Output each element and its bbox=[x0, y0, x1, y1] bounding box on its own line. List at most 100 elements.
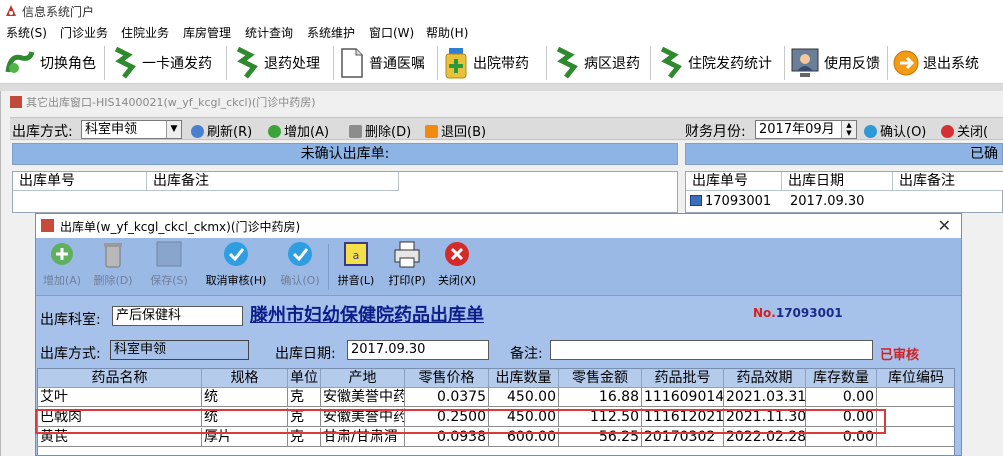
date-field[interactable]: 2017.09.30 bbox=[347, 340, 489, 360]
return-drug-icon bbox=[236, 47, 258, 79]
refresh-button[interactable]: 刷新(R) bbox=[191, 121, 252, 140]
discharge-drug-button[interactable]: 出院带药 bbox=[443, 42, 529, 84]
col-header-location[interactable]: 库位编码 bbox=[877, 369, 954, 388]
cell-price[interactable]: 0.0375 bbox=[405, 388, 489, 407]
dialog-toolbar: 增加(A) 删除(D) 保存(S) 取消审核(H) 确认(O) a 拼音(L) … bbox=[36, 238, 961, 296]
pinyin-icon: a bbox=[344, 242, 368, 266]
grid-icon bbox=[690, 195, 702, 206]
col-header-amount[interactable]: 零售金额 bbox=[559, 369, 642, 388]
parent-close-button[interactable]: 关闭( bbox=[941, 121, 988, 140]
cell-origin[interactable]: 安徽美誉中药 bbox=[321, 388, 405, 407]
list-item[interactable]: 17093001 bbox=[690, 194, 771, 209]
col-header-stock[interactable]: 库存数量 bbox=[806, 369, 877, 388]
unconfirmed-header: 未确认出库单: bbox=[12, 143, 678, 165]
back-icon bbox=[425, 125, 438, 138]
cell-spec[interactable]: 统 bbox=[202, 388, 288, 407]
cell-drug-name[interactable]: 艾叶 bbox=[38, 388, 202, 407]
main-toolbar: 切换角色 一卡通发药 退药处理 普通医嘱 出院带药 病区退药 住院发药统计 使用… bbox=[0, 42, 1003, 84]
spinner-icon[interactable]: ▲ ▼ bbox=[841, 121, 856, 138]
feedback-button[interactable]: 使用反馈 bbox=[790, 42, 880, 84]
return-drug-button[interactable]: 退药处理 bbox=[232, 42, 320, 84]
col-header-qty[interactable]: 出库数量 bbox=[489, 369, 559, 388]
menu-window[interactable]: 窗口(W) bbox=[369, 24, 414, 41]
close-icon bbox=[941, 125, 954, 138]
col-header-remark[interactable]: 出库备注 bbox=[893, 172, 1003, 191]
dept-field[interactable]: 产后保健科 bbox=[112, 306, 243, 326]
document-icon bbox=[341, 48, 363, 78]
cell-qty[interactable]: 450.00 bbox=[489, 388, 559, 407]
confirm-button[interactable]: 确认(O) bbox=[864, 121, 926, 140]
inpatient-stats-button[interactable]: 住院发药统计 bbox=[656, 42, 772, 84]
col-header-origin[interactable]: 产地 bbox=[321, 369, 405, 388]
col-header-order-no[interactable]: 出库单号 bbox=[686, 172, 782, 191]
col-header-price[interactable]: 零售价格 bbox=[405, 369, 489, 388]
trash-icon bbox=[349, 125, 362, 138]
method-field: 科室申领 bbox=[110, 340, 249, 360]
dialog-add-button[interactable]: 增加(A) bbox=[40, 240, 84, 288]
cell-location[interactable] bbox=[877, 428, 954, 447]
cell-batch[interactable]: 111609014 bbox=[642, 388, 724, 407]
discharge-drug-icon bbox=[445, 48, 467, 79]
confirmed-list[interactable]: 出库单号 出库日期 出库备注 17093001 2017.09.30 bbox=[685, 171, 1003, 213]
list-item-date: 2017.09.30 bbox=[790, 194, 865, 209]
app-title: 信息系统门户 bbox=[22, 5, 95, 19]
add-icon bbox=[268, 125, 281, 138]
dialog-confirm-button[interactable]: 确认(O) bbox=[276, 240, 324, 288]
pinyin-button[interactable]: a 拼音(L) bbox=[333, 240, 379, 288]
dialog-save-button[interactable]: 保存(S) bbox=[146, 240, 192, 288]
cell-stock[interactable]: 0.00 bbox=[806, 388, 877, 407]
col-header-spec[interactable]: 规格 bbox=[202, 369, 288, 388]
col-header-unit[interactable]: 单位 bbox=[288, 369, 321, 388]
dialog-title: 出库单(w_yf_kcgl_ckcl_ckmx)(门诊中药房) bbox=[60, 220, 301, 234]
check-circle-icon bbox=[288, 242, 312, 266]
dialog-delete-button[interactable]: 删除(D) bbox=[90, 240, 136, 288]
cell-amount[interactable]: 16.88 bbox=[559, 388, 642, 407]
cell-unit[interactable]: 克 bbox=[288, 388, 321, 407]
cell-location[interactable] bbox=[877, 408, 954, 427]
menu-bar: 系统(S) 门诊业务 住院业务 库房管理 统计查询 系统维护 窗口(W) 帮助(… bbox=[0, 22, 1003, 42]
add-icon bbox=[51, 243, 73, 265]
chevron-down-icon[interactable]: ▼ bbox=[166, 121, 181, 138]
feedback-icon bbox=[791, 48, 819, 77]
col-header-batch[interactable]: 药品批号 bbox=[642, 369, 724, 388]
menu-statistics[interactable]: 统计查询 bbox=[245, 24, 293, 41]
delete-button[interactable]: 删除(D) bbox=[349, 121, 411, 140]
print-button[interactable]: 打印(P) bbox=[384, 240, 430, 288]
parent-toolbar: 出库方式: 科室申领 ▼ 刷新(R) 增加(A) 删除(D) 退回(B) 财务月… bbox=[10, 117, 1003, 140]
general-order-button[interactable]: 普通医嘱 bbox=[339, 42, 425, 84]
col-header-expiry[interactable]: 药品效期 bbox=[724, 369, 806, 388]
menu-warehouse[interactable]: 库房管理 bbox=[183, 24, 231, 41]
col-header-date[interactable]: 出库日期 bbox=[782, 172, 893, 191]
ward-return-icon bbox=[556, 47, 578, 79]
dialog-title-bar: 出库单(w_yf_kcgl_ckcl_ckmx)(门诊中药房) ✕ bbox=[36, 214, 961, 238]
menu-maintenance[interactable]: 系统维护 bbox=[307, 24, 355, 41]
close-icon[interactable]: ✕ bbox=[938, 216, 951, 235]
month-spinner[interactable]: 2017年09月 ▲ ▼ bbox=[755, 120, 857, 139]
refresh-icon bbox=[191, 125, 204, 138]
switch-role-button[interactable]: 切换角色 bbox=[4, 42, 96, 84]
col-header-remark[interactable]: 出库备注 bbox=[147, 172, 399, 191]
back-button[interactable]: 退回(B) bbox=[425, 121, 486, 140]
cell-location[interactable] bbox=[877, 388, 954, 407]
add-button[interactable]: 增加(A) bbox=[268, 121, 329, 140]
menu-system[interactable]: 系统(S) bbox=[6, 24, 47, 41]
status-badge: 已审核 bbox=[880, 348, 920, 363]
remark-field[interactable] bbox=[550, 340, 873, 360]
unconfirmed-list[interactable]: 出库单号 出库备注 bbox=[12, 171, 678, 213]
card-dispense-button[interactable]: 一卡通发药 bbox=[110, 42, 212, 84]
cell-expiry[interactable]: 2021.03.31 bbox=[724, 388, 806, 407]
stats-icon bbox=[660, 47, 682, 79]
col-header-order-no[interactable]: 出库单号 bbox=[13, 172, 147, 191]
ward-return-button[interactable]: 病区退药 bbox=[552, 42, 640, 84]
method-select[interactable]: 科室申领 ▼ bbox=[81, 120, 182, 139]
app-title-bar: 信息系统门户 bbox=[0, 0, 1003, 22]
menu-help[interactable]: 帮助(H) bbox=[426, 24, 468, 41]
cancel-audit-button[interactable]: 取消审核(H) bbox=[198, 240, 274, 288]
dialog-close-button[interactable]: 关闭(X) bbox=[434, 240, 480, 288]
menu-outpatient[interactable]: 门诊业务 bbox=[60, 24, 108, 41]
col-header-drug-name[interactable]: 药品名称 bbox=[38, 369, 202, 388]
menu-inpatient[interactable]: 住院业务 bbox=[121, 24, 169, 41]
confirmed-header: 已确 bbox=[685, 143, 1003, 165]
exit-system-button[interactable]: 退出系统 bbox=[893, 42, 979, 84]
date-label: 出库日期: bbox=[275, 346, 336, 362]
